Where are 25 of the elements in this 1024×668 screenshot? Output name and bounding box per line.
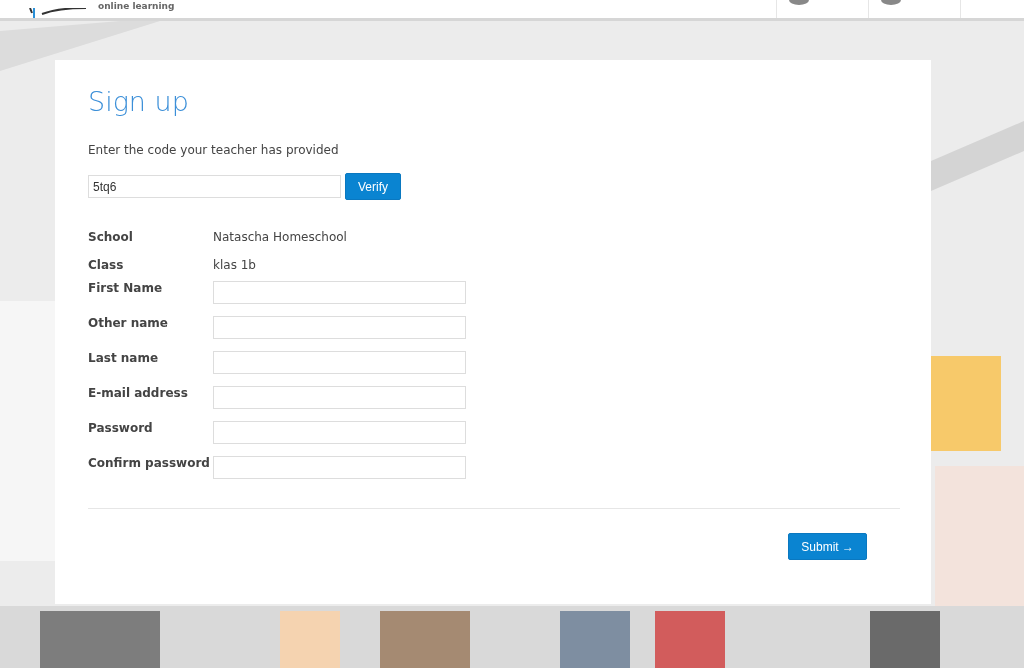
info-label: School <box>88 230 134 244</box>
field-label: First Name <box>88 280 164 295</box>
verify-button[interactable]: Verify <box>345 173 401 200</box>
field-label: Last name <box>88 350 160 365</box>
info-label: Class <box>88 258 125 272</box>
field-label: Other name <box>88 315 169 330</box>
field-label: Confirm password <box>88 455 211 470</box>
logo-icon <box>28 8 88 18</box>
code-field[interactable]: 5tq6 <box>88 175 341 198</box>
text-field[interactable] <box>213 351 466 374</box>
text-field[interactable] <box>213 456 466 479</box>
user-icon[interactable] <box>881 0 901 5</box>
submit-button[interactable]: Submit → <box>788 533 867 560</box>
code-prompt: Enter the code your teacher has provided <box>88 143 340 157</box>
field-label: E-mail address <box>88 385 189 400</box>
user-icon[interactable] <box>789 0 809 5</box>
text-field[interactable] <box>213 386 466 409</box>
text-field[interactable] <box>213 316 466 339</box>
text-field[interactable] <box>213 421 466 444</box>
info-value: klas 1b <box>213 258 256 272</box>
text-field[interactable] <box>213 281 466 304</box>
logo-tagline: online learning <box>98 1 175 11</box>
field-label: Password <box>88 420 154 435</box>
info-value: Natascha Homeschool <box>213 230 347 244</box>
page-title: Sign up <box>88 86 190 117</box>
